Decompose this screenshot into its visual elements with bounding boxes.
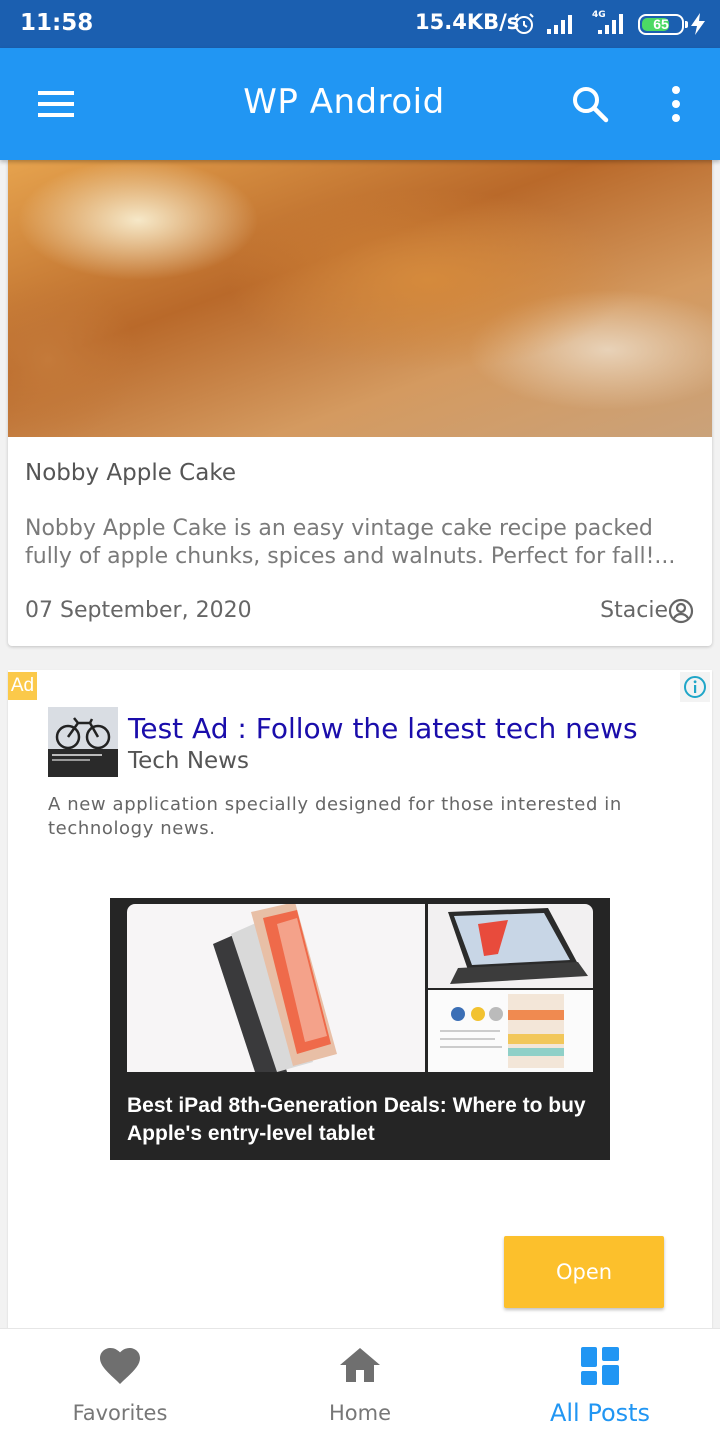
nav-home-label: Home <box>328 1401 391 1425</box>
charging-icon <box>690 13 706 40</box>
more-vert-icon <box>672 86 680 122</box>
search-button[interactable] <box>562 76 618 132</box>
signal-icon <box>546 12 574 41</box>
dashboard-icon <box>581 1347 619 1385</box>
battery-level: 65 <box>653 16 669 32</box>
nav-all-posts-label: All Posts <box>549 1399 651 1427</box>
ad-headline[interactable]: Test Ad : Follow the latest tech news <box>128 712 638 745</box>
ad-choices-button[interactable] <box>680 672 710 702</box>
bottom-navigation: Favorites Home All Posts <box>0 1328 720 1440</box>
nav-favorites[interactable]: Favorites <box>0 1329 240 1440</box>
info-icon <box>684 676 706 698</box>
ad-media-caption: Best iPad 8th-Generation Deals: Where to… <box>127 1094 586 1145</box>
network-type-label: 4G <box>592 10 606 20</box>
home-icon <box>340 1348 380 1382</box>
status-time: 11:58 <box>20 10 94 36</box>
app-bar: WP Android <box>0 48 720 160</box>
post-title[interactable]: Nobby Apple Cake <box>25 460 236 486</box>
post-card[interactable]: Nobby Apple Cake Nobby Apple Cake is an … <box>8 160 712 646</box>
ad-advertiser: Tech News <box>128 748 249 774</box>
post-excerpt: Nobby Apple Cake is an easy vintage cake… <box>25 516 676 569</box>
ad-body-text: A new application specially designed for… <box>48 794 622 839</box>
post-date: 07 September, 2020 <box>25 598 252 623</box>
nav-home[interactable]: Home <box>240 1329 480 1440</box>
signal-4g-icon: 4G <box>588 8 630 41</box>
account-circle-icon <box>668 598 694 629</box>
search-icon <box>573 87 609 123</box>
ipad-image <box>127 904 425 1072</box>
battery-icon: 65 <box>638 14 688 35</box>
network-speed: 15.4KB/s <box>415 10 520 34</box>
ad-app-icon[interactable] <box>48 707 118 777</box>
ipad-notes-image <box>428 990 593 1072</box>
nav-all-posts[interactable]: All Posts <box>480 1329 720 1440</box>
more-options-button[interactable] <box>648 76 704 132</box>
alarm-icon <box>512 12 536 41</box>
post-featured-image[interactable] <box>8 160 712 437</box>
ad-media[interactable]: Best iPad 8th-Generation Deals: Where to… <box>110 898 610 1160</box>
post-author: Stacie <box>600 598 668 623</box>
ipad-keyboard-image <box>428 904 593 988</box>
native-ad[interactable]: Ad Test Ad : Follow the latest tech news… <box>8 670 712 1330</box>
status-bar: 11:58 15.4KB/s 4G 65 <box>0 0 720 48</box>
ad-badge: Ad <box>8 672 37 700</box>
nav-favorites-label: Favorites <box>72 1401 168 1425</box>
heart-icon <box>100 1348 140 1384</box>
ad-open-button[interactable]: Open <box>504 1236 664 1308</box>
